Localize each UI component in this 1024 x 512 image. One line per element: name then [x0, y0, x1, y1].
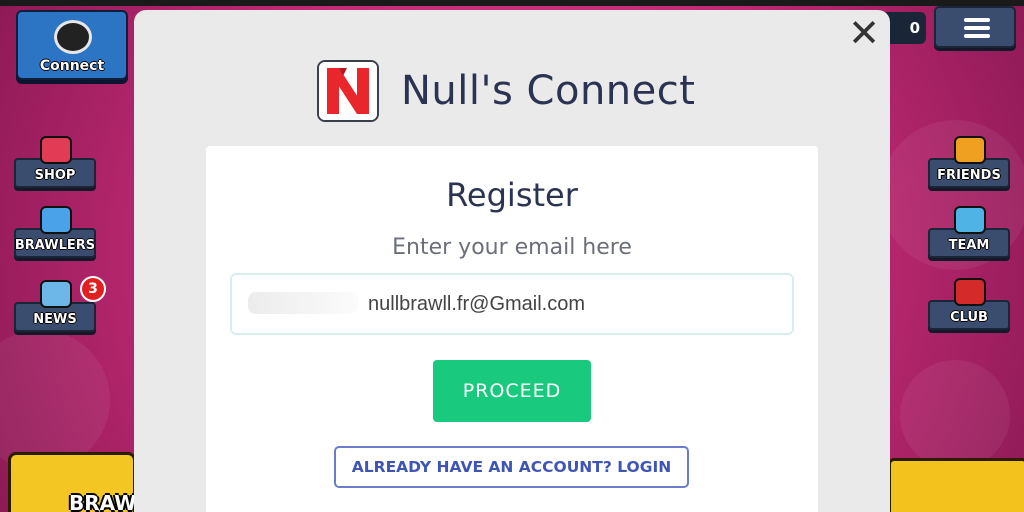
- hamburger-icon: [964, 26, 990, 30]
- logo-n-graphic: [319, 62, 377, 120]
- register-title: Register: [446, 176, 578, 214]
- brawlers-label: BRAWLERS: [14, 238, 96, 253]
- close-icon[interactable]: ✕: [847, 14, 881, 52]
- hamburger-icon: [964, 18, 990, 22]
- news-label: NEWS: [33, 312, 77, 327]
- shop-button[interactable]: SHOP: [14, 136, 96, 188]
- brawlers-button[interactable]: BRAWLERS: [14, 206, 96, 258]
- friends-button[interactable]: FRIENDS: [928, 136, 1010, 188]
- brawl-button[interactable]: BRAWL: [8, 452, 149, 512]
- background-pattern: [0, 330, 110, 470]
- news-icon: [40, 280, 72, 308]
- brawlers-icon: [40, 206, 72, 234]
- menu-button[interactable]: [934, 6, 1016, 48]
- play-button[interactable]: [888, 458, 1024, 512]
- shop-label: SHOP: [34, 168, 76, 183]
- connect-button[interactable]: Connect: [16, 10, 128, 80]
- team-icon: [954, 206, 986, 234]
- shop-icon: [40, 136, 72, 164]
- background-pattern: [900, 360, 1010, 470]
- friends-label: FRIENDS: [937, 168, 1001, 183]
- blurred-region: [248, 292, 358, 314]
- club-icon: [954, 278, 986, 306]
- club-label: CLUB: [950, 310, 988, 325]
- top-bar: [0, 0, 1024, 6]
- modal-title: Null's Connect: [401, 68, 696, 114]
- friends-icon: [954, 136, 986, 164]
- proceed-button[interactable]: PROCEED: [433, 360, 591, 422]
- team-label: TEAM: [948, 238, 990, 253]
- connect-label: Connect: [39, 58, 105, 74]
- skull-icon: [54, 20, 92, 54]
- team-button[interactable]: TEAM: [928, 206, 1010, 258]
- register-subtitle: Enter your email here: [392, 235, 632, 260]
- login-button[interactable]: ALREADY HAVE AN ACCOUNT? LOGIN: [334, 446, 689, 488]
- club-button[interactable]: CLUB: [928, 278, 1010, 330]
- hamburger-icon: [964, 34, 990, 38]
- nulls-logo-icon: [317, 60, 379, 122]
- news-badge: 3: [80, 276, 106, 302]
